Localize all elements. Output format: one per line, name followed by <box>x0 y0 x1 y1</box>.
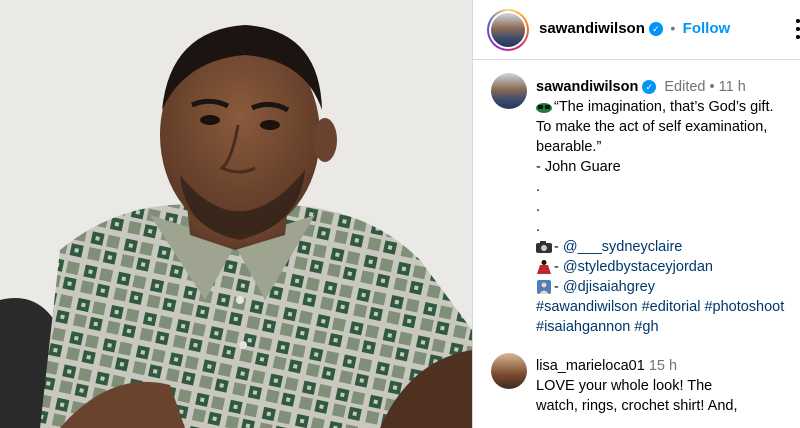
commenter-avatar[interactable] <box>491 353 527 389</box>
comment-meta-row: lisa_marieloca01 15 h <box>536 356 796 376</box>
post-caption: sawandiwilson ✓ Edited • 11 h “The imagin… <box>536 77 796 337</box>
dress-icon <box>536 260 552 275</box>
caption-username[interactable]: sawandiwilson <box>536 79 638 95</box>
header-username[interactable]: sawandiwilson <box>539 20 645 37</box>
credit-prefix: - <box>554 239 563 255</box>
sunglasses-icon <box>536 100 552 114</box>
post-photo <box>0 0 472 428</box>
caption-line-5: . <box>536 179 541 195</box>
avatar-image <box>491 13 525 47</box>
caption-line-2: To make the act of self examination, <box>536 119 768 135</box>
credit-prefix: - <box>554 279 563 295</box>
caption-line-3: bearable.” <box>536 139 602 155</box>
credit-row: - @djisaiahgrey <box>536 277 796 297</box>
post-header: sawandiwilson ✓ • Follow <box>473 0 800 60</box>
caption-verified-badge-icon: ✓ <box>642 80 657 95</box>
follow-button[interactable]: Follow <box>683 20 731 37</box>
more-options-icon[interactable] <box>793 16 800 42</box>
user-icon <box>536 280 552 295</box>
caption-edited-label: Edited <box>664 79 706 95</box>
credit-row: - @___sydneyclaire <box>536 237 796 257</box>
caption-text-line: “The imagination, that’s God’s gift. <box>536 97 796 117</box>
comment-timestamp: 15 h <box>648 358 678 374</box>
caption-timestamp: 11 h <box>718 79 746 95</box>
comment-username[interactable]: lisa_marieloca01 <box>536 358 645 374</box>
caption-line-1: “The imagination, that’s God’s gift. <box>554 99 774 115</box>
post-details-panel: sawandiwilson ✓ • Follow sawandiwilson ✓ E… <box>472 0 800 428</box>
comment-item: lisa_marieloca01 15 h LOVE your whole lo… <box>536 356 796 416</box>
caption-dot: • <box>709 79 715 95</box>
caption-line-6: . <box>536 199 541 215</box>
post-photo-illustration <box>0 0 472 428</box>
caption-author-avatar[interactable] <box>491 73 527 109</box>
caption-meta-row: sawandiwilson ✓ Edited • 11 h <box>536 77 796 97</box>
header-separator-dot: • <box>670 20 676 36</box>
caption-line-4: - John Guare <box>536 159 621 175</box>
comment-line-1: LOVE your whole look! The <box>536 378 713 394</box>
camera-icon <box>536 240 552 254</box>
credit-handle-photographer[interactable]: @___sydneyclaire <box>563 239 683 255</box>
header-author-row: sawandiwilson ✓ • Follow <box>539 20 730 38</box>
caption-hashtags-line-2[interactable]: #isaiahgannon #gh <box>536 317 796 337</box>
credit-row: - @styledbystaceyjordan <box>536 257 796 277</box>
credit-prefix: - <box>554 259 563 275</box>
caption-hashtags-line-1[interactable]: #sawandiwilson #editorial #photoshoot <box>536 297 796 317</box>
caption-line-7: . <box>536 219 541 235</box>
verified-badge-icon: ✓ <box>648 21 663 36</box>
comment-line-2: watch, rings, crochet shirt! And, <box>536 398 738 414</box>
author-avatar[interactable] <box>487 9 529 51</box>
credit-handle-dj[interactable]: @djisaiahgrey <box>563 279 655 295</box>
credit-handle-stylist[interactable]: @styledbystaceyjordan <box>563 259 713 275</box>
